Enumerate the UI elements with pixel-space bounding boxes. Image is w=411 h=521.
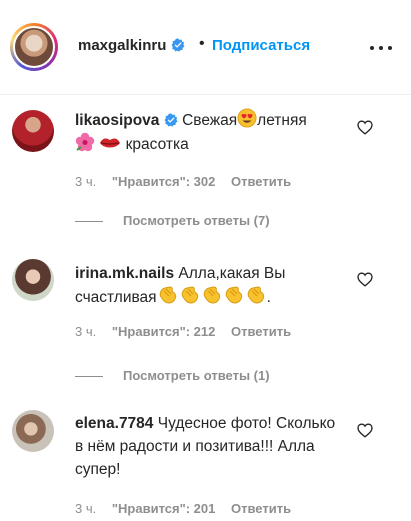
comment-time[interactable]: 3 ч. bbox=[75, 501, 96, 516]
comment-body-end: красотка bbox=[125, 136, 189, 153]
header-separator: • bbox=[199, 35, 205, 52]
commenter-avatar[interactable] bbox=[12, 410, 54, 452]
author-avatar[interactable] bbox=[10, 23, 58, 71]
comment-likes[interactable]: "Нравится": 201 bbox=[112, 501, 216, 516]
clapping-hands-emoji bbox=[225, 286, 242, 304]
commenter-avatar[interactable] bbox=[12, 259, 54, 301]
comment-body-cont: летняя bbox=[257, 112, 307, 129]
view-replies-button[interactable]: Посмотреть ответы (1) bbox=[75, 368, 270, 383]
commenter-username[interactable]: irina.mk.nails bbox=[75, 265, 174, 282]
heart-outline-icon[interactable] bbox=[357, 272, 373, 287]
verified-icon bbox=[171, 38, 185, 52]
view-replies-label[interactable]: Посмотреть ответы (1) bbox=[123, 368, 270, 383]
author-username[interactable]: maxgalkinru bbox=[78, 37, 185, 54]
post-header: maxgalkinru • Подписаться bbox=[0, 0, 411, 95]
commenter-avatar[interactable] bbox=[12, 110, 54, 152]
hibiscus-emoji bbox=[75, 132, 95, 152]
view-replies-button[interactable]: Посмотреть ответы (7) bbox=[75, 213, 270, 228]
author-avatar-image bbox=[13, 26, 55, 68]
clapping-hands-emoji bbox=[159, 286, 176, 304]
clap-emoji-row: . bbox=[157, 286, 271, 306]
comment-body-end: . bbox=[266, 289, 271, 306]
comment-meta: 3 ч. "Нравится": 212 Ответить bbox=[75, 324, 291, 339]
comment-time[interactable]: 3 ч. bbox=[75, 324, 96, 339]
heart-outline-icon[interactable] bbox=[357, 120, 373, 135]
reply-button[interactable]: Ответить bbox=[231, 324, 291, 339]
comment-likes[interactable]: "Нравится": 212 bbox=[112, 324, 216, 339]
heart-outline-icon[interactable] bbox=[357, 423, 373, 438]
commenter-username[interactable]: likaosipova bbox=[75, 112, 159, 129]
comment-text: irina.mk.nails Алла,какая Вы счастливая. bbox=[75, 262, 340, 309]
clapping-hands-emoji bbox=[247, 286, 264, 304]
lips-emoji bbox=[100, 138, 121, 148]
reply-button[interactable]: Ответить bbox=[231, 174, 291, 189]
comment-meta: 3 ч. "Нравится": 302 Ответить bbox=[75, 174, 291, 189]
comment-body: Свежая bbox=[182, 112, 238, 129]
more-options-icon[interactable] bbox=[369, 39, 393, 57]
comment-text: elena.7784 Чудесное фото! Сколько в нём … bbox=[75, 412, 345, 481]
follow-button[interactable]: Подписаться bbox=[212, 37, 310, 54]
replies-divider bbox=[75, 221, 103, 223]
comment-likes[interactable]: "Нравится": 302 bbox=[112, 174, 216, 189]
author-username-text[interactable]: maxgalkinru bbox=[78, 37, 166, 54]
view-replies-label[interactable]: Посмотреть ответы (7) bbox=[123, 213, 270, 228]
comment-meta: 3 ч. "Нравится": 201 Ответить bbox=[75, 501, 291, 516]
commenter-username[interactable]: elena.7784 bbox=[75, 415, 153, 432]
comment-time[interactable]: 3 ч. bbox=[75, 174, 96, 189]
replies-divider bbox=[75, 376, 103, 378]
clapping-hands-emoji bbox=[203, 286, 220, 304]
clapping-hands-emoji bbox=[181, 286, 198, 304]
verified-icon bbox=[164, 113, 178, 127]
heart-eyes-emoji bbox=[237, 108, 257, 128]
comment-text: likaosipova Свежая летняя красотка bbox=[75, 108, 340, 156]
reply-button[interactable]: Ответить bbox=[231, 501, 291, 516]
